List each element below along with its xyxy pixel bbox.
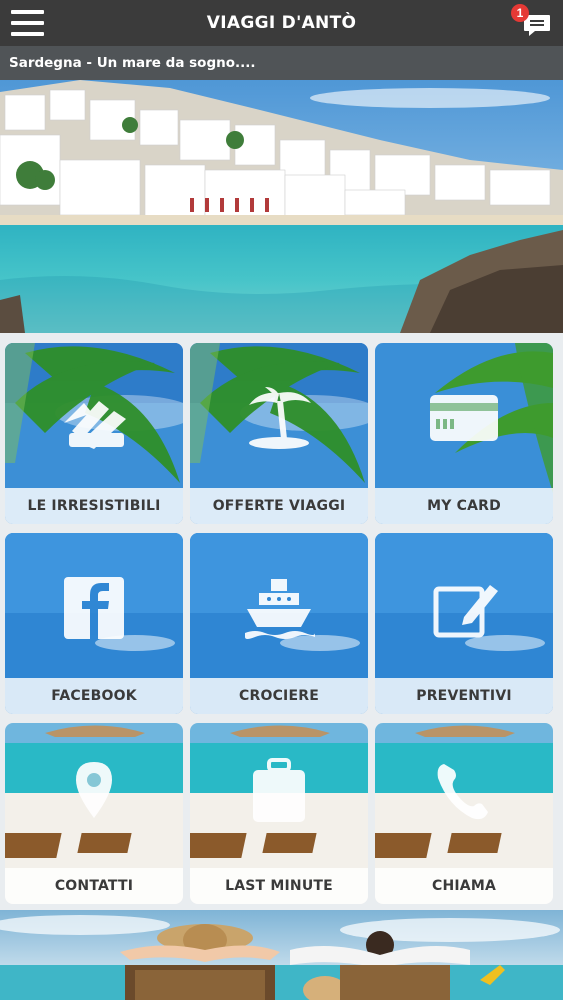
menu-grid: LE IRRESISTIBILI OFFERTE VIAGGI MY CARD … (0, 333, 563, 910)
ship-icon (239, 573, 319, 643)
top-app-bar: VIAGGI D'ANTÒ 1 (0, 0, 563, 46)
ticket-fan-icon (54, 383, 134, 453)
tile-crociere[interactable]: CROCIERE (190, 533, 368, 714)
tile-label: FACEBOOK (5, 678, 183, 714)
tile-label: MY CARD (375, 488, 553, 524)
tile-my-card[interactable]: MY CARD (375, 343, 553, 524)
tile-facebook[interactable]: FACEBOOK (5, 533, 183, 714)
tile-label: OFFERTE VIAGGI (190, 488, 368, 524)
tile-label: PREVENTIVI (375, 678, 553, 714)
promo-banner-image (0, 910, 563, 1000)
tile-label: CROCIERE (190, 678, 368, 714)
facebook-icon (54, 573, 134, 643)
news-ticker[interactable]: Sardegna - Un mare da sogno.... (0, 46, 563, 80)
notification-badge: 1 (511, 4, 529, 22)
map-pin-icon (54, 758, 134, 828)
tile-label: LE IRRESISTIBILI (5, 488, 183, 524)
hero-image (0, 80, 563, 333)
hamburger-menu-icon[interactable] (11, 10, 44, 36)
suitcase-icon (239, 758, 319, 828)
edit-note-icon (424, 573, 504, 643)
tile-contatti[interactable]: CONTATTI (5, 723, 183, 904)
tile-last-minute[interactable]: LAST MINUTE (190, 723, 368, 904)
tile-le-irresistibili[interactable]: LE IRRESISTIBILI (5, 343, 183, 524)
tile-label: CONTATTI (5, 868, 183, 904)
credit-card-icon (424, 383, 504, 453)
palm-island-icon (239, 383, 319, 453)
chat-button[interactable]: 1 (511, 4, 551, 39)
tile-offerte-viaggi[interactable]: OFFERTE VIAGGI (190, 343, 368, 524)
phone-icon (424, 758, 504, 828)
tile-preventivi[interactable]: PREVENTIVI (375, 533, 553, 714)
tile-label: CHIAMA (375, 868, 553, 904)
tile-label: LAST MINUTE (190, 868, 368, 904)
app-title: VIAGGI D'ANTÒ (206, 13, 357, 33)
tile-chiama[interactable]: CHIAMA (375, 723, 553, 904)
